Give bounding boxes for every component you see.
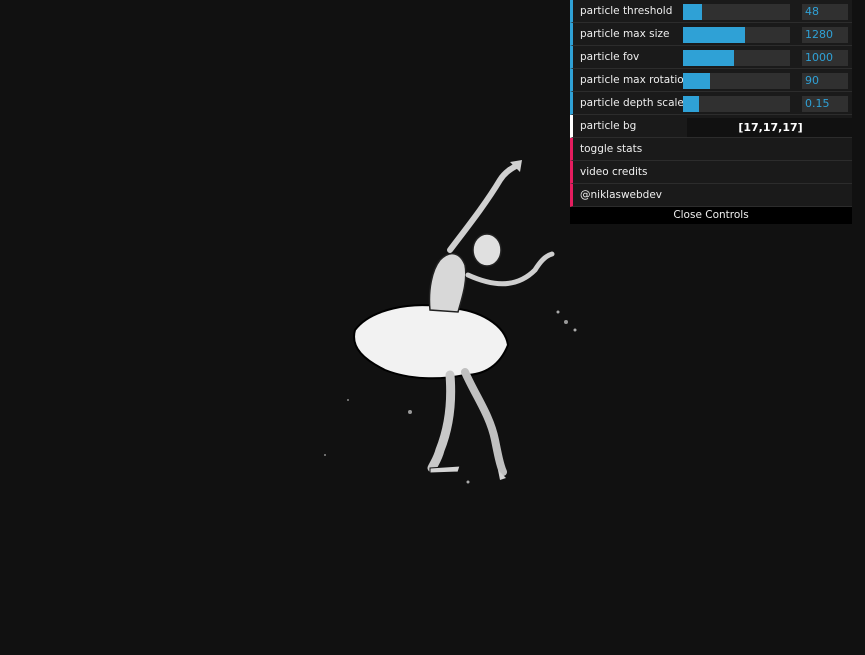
particle-threshold-row: particle threshold [570, 0, 852, 23]
niklaswebdev-link-button[interactable]: @niklaswebdev [570, 184, 852, 207]
particle-max-rotation-label: particle max rotation [580, 74, 690, 86]
particle-fov-label: particle fov [580, 51, 640, 63]
ballerina-head [472, 233, 502, 267]
controls-panel: particle threshold particle max size parti… [570, 0, 854, 224]
particle-fov-number-input[interactable] [802, 50, 848, 66]
particle-fov-slider-fill [683, 50, 735, 66]
particle-threshold-slider[interactable] [683, 4, 790, 20]
ballerina-torso [428, 253, 467, 313]
particle-threshold-label: particle threshold [580, 5, 673, 17]
particle-depth-scale-slider[interactable] [683, 96, 790, 112]
particle-depth-scale-number-input[interactable] [802, 96, 848, 112]
ballerina-tutu [353, 304, 510, 380]
particle-threshold-slider-fill [683, 4, 703, 20]
niklaswebdev-label: @niklaswebdev [580, 189, 663, 201]
particle-max-size-slider[interactable] [683, 27, 790, 43]
particle-fov-row: particle fov [570, 46, 852, 69]
particle-max-size-number-input[interactable] [802, 27, 848, 43]
particle-depth-scale-label: particle depth scale [580, 97, 684, 109]
video-credits-button[interactable]: video credits [570, 161, 852, 184]
ballerina-leg-right [461, 368, 507, 476]
video-credits-label: video credits [580, 166, 648, 178]
particle-max-rotation-slider-fill [683, 73, 710, 89]
particle-depth-scale-slider-fill [683, 96, 700, 112]
particle-max-size-row: particle max size [570, 23, 852, 46]
ballerina-leg-left [427, 370, 456, 473]
ballerina-particle-figure [324, 160, 577, 484]
particle-threshold-number-input[interactable] [802, 4, 848, 20]
particle-max-size-label: particle max size [580, 28, 670, 40]
particle-depth-scale-row: particle depth scale [570, 92, 852, 115]
particle-max-size-slider-fill [683, 27, 746, 43]
particle-fov-slider[interactable] [683, 50, 790, 66]
particle-max-rotation-slider[interactable] [683, 73, 790, 89]
particle-max-rotation-number-input[interactable] [802, 73, 848, 89]
particle-max-rotation-row: particle max rotation [570, 69, 852, 92]
toggle-stats-label: toggle stats [580, 143, 643, 155]
particle-bg-row[interactable]: particle bg [570, 115, 854, 138]
toggle-stats-button[interactable]: toggle stats [570, 138, 852, 161]
particle-bg-color-input[interactable] [687, 118, 854, 137]
close-controls-button[interactable]: Close Controls [570, 207, 852, 224]
particle-bg-label: particle bg [580, 120, 637, 132]
